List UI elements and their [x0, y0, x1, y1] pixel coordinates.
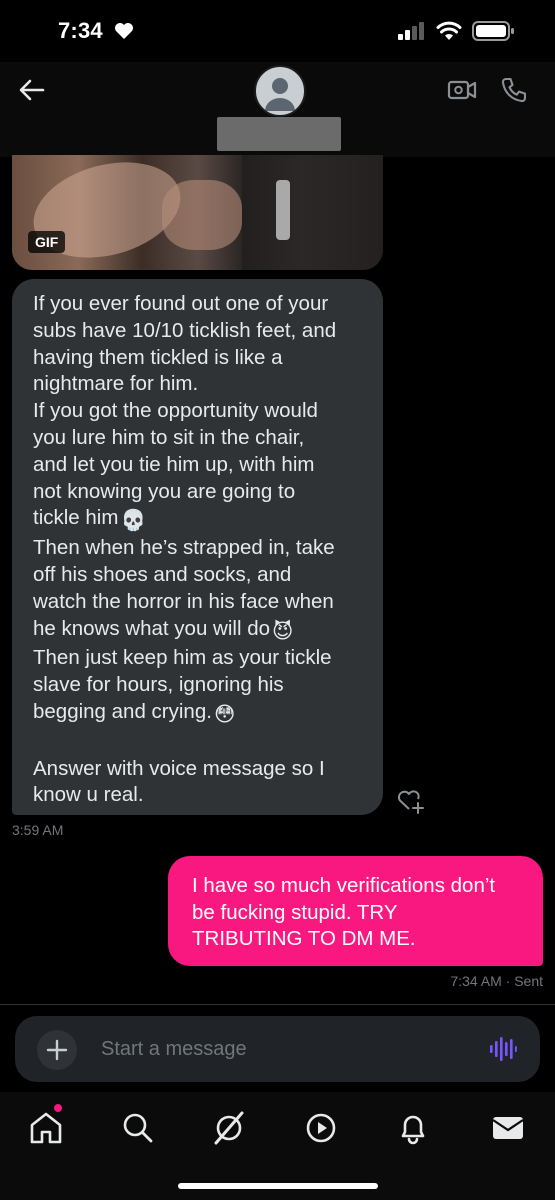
- message-line: Then just keep him as your tickle: [33, 646, 332, 670]
- plus-icon: [46, 1039, 68, 1061]
- message-line: and let you tie him up, with him: [33, 452, 315, 476]
- back-arrow-icon[interactable]: [18, 76, 46, 104]
- composer-divider: [0, 1004, 555, 1005]
- heart-icon: [115, 23, 133, 39]
- message-line-with-emoji: tickle him💀: [33, 505, 369, 535]
- message-line: If you got the opportunity would: [33, 399, 318, 423]
- bell-icon[interactable]: [395, 1110, 431, 1146]
- add-attachment-button[interactable]: [37, 1030, 77, 1070]
- home-icon[interactable]: [28, 1110, 64, 1146]
- outgoing-message-bubble[interactable]: I have so much verifications don’t be fu…: [168, 856, 543, 966]
- gif-frame-detail: [276, 180, 290, 240]
- message-line-text: he knows what you will do: [33, 616, 271, 640]
- message-line: you lure him to sit in the chair,: [33, 425, 305, 449]
- message-line-with-emoji: he knows what you will do😈: [33, 616, 369, 646]
- status-time: 7:34: [58, 18, 103, 43]
- message-line: watch the horror in his face when: [33, 589, 334, 613]
- battery-icon: [472, 21, 514, 41]
- gif-frame-detail: [242, 155, 383, 270]
- devil-emoji-icon: 😈: [272, 619, 294, 643]
- video-call-icon[interactable]: [447, 76, 477, 104]
- message-line: TRIBUTING TO DM ME.: [192, 927, 416, 950]
- redacted-contact-name: [217, 117, 341, 151]
- incoming-timestamp: 3:59 AM: [12, 822, 64, 838]
- wifi-icon: [436, 21, 462, 40]
- home-indicator: [178, 1183, 378, 1189]
- phone-icon[interactable]: [500, 76, 528, 104]
- status-bar: 7:34: [0, 0, 555, 62]
- add-reaction-icon[interactable]: [396, 787, 426, 815]
- message-line: off his shoes and socks, and: [33, 562, 292, 586]
- grok-icon[interactable]: [211, 1110, 247, 1146]
- gif-badge: GIF: [28, 231, 66, 253]
- skull-emoji-icon: 💀: [120, 509, 146, 533]
- gif-attachment[interactable]: GIF: [12, 155, 383, 270]
- message-line: nightmare for him.: [33, 372, 199, 396]
- message-line: not knowing you are going to: [33, 479, 296, 503]
- message-line-text: tickle him: [33, 506, 119, 530]
- message-composer: [15, 1016, 540, 1082]
- message-line: slave for hours, ignoring his: [33, 673, 284, 697]
- contact-avatar[interactable]: [254, 65, 306, 117]
- flushed-emoji-icon: 😳: [213, 702, 236, 726]
- conversation-header: [0, 62, 555, 157]
- voice-message-icon[interactable]: [489, 1036, 517, 1062]
- message-line: be fucking stupid. TRY: [192, 900, 398, 924]
- message-line: having them tickled is like a: [33, 345, 283, 369]
- message-input[interactable]: [101, 1036, 461, 1062]
- message-line: Answer with voice message so I: [33, 756, 325, 780]
- message-line: Then when he’s strapped in, take: [33, 536, 335, 560]
- cellular-signal-icon: [398, 22, 424, 40]
- message-line-text: begging and crying.: [33, 699, 212, 723]
- outgoing-timestamp: 7:34 AM · Sent: [450, 973, 543, 989]
- message-line-with-emoji: begging and crying.😳: [33, 699, 369, 729]
- message-line: subs have 10/10 ticklish feet, and: [33, 318, 337, 342]
- message-line: If you ever found out one of your: [33, 292, 329, 315]
- search-icon[interactable]: [120, 1110, 156, 1146]
- default-avatar-icon: [265, 78, 295, 111]
- message-line: know u real.: [33, 783, 144, 807]
- home-notification-dot: [54, 1104, 62, 1112]
- gif-frame-detail: [162, 180, 242, 250]
- incoming-message-bubble[interactable]: If you ever found out one of your subs h…: [12, 279, 383, 815]
- video-play-icon[interactable]: [303, 1110, 339, 1146]
- message-line: I have so much verifications don’t: [192, 874, 496, 897]
- envelope-icon[interactable]: [490, 1110, 526, 1146]
